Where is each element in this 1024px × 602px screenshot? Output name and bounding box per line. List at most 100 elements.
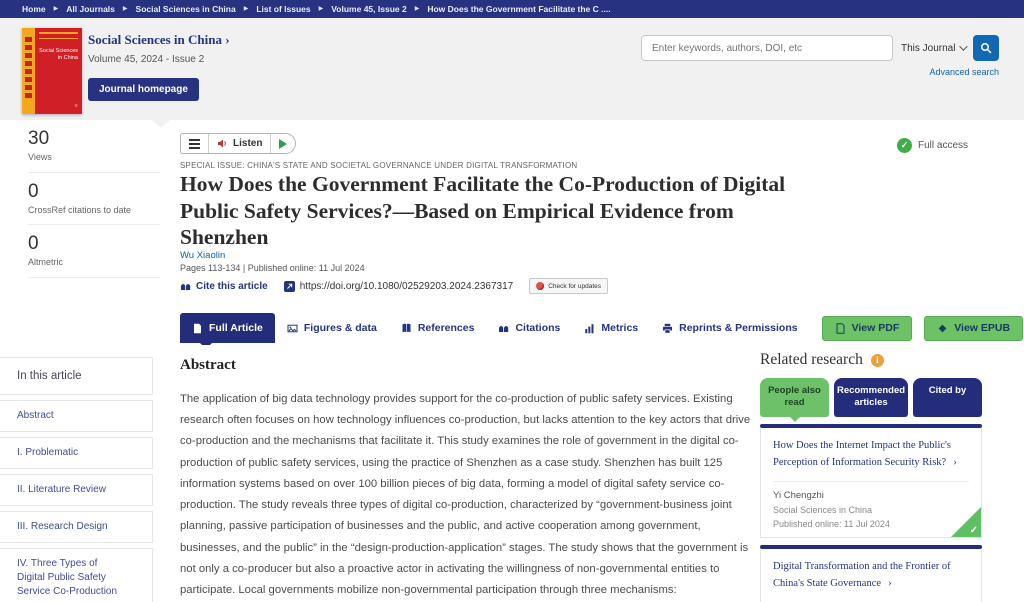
tab-references[interactable]: References — [389, 313, 487, 343]
toc-item-abstract[interactable]: Abstract — [0, 400, 153, 432]
doi-text: https://doi.org/10.1080/02529203.2024.23… — [300, 281, 514, 292]
cover-spine-characters — [25, 37, 32, 99]
breadcrumb-separator-icon: ▶ — [415, 6, 420, 12]
related-article-link[interactable]: How Does the Internet Impact the Public'… — [773, 438, 969, 472]
bar-chart-icon — [584, 323, 595, 334]
abstract-section: Abstract The application of big data tec… — [180, 357, 752, 602]
view-epub-button[interactable]: View EPUB — [924, 316, 1023, 341]
view-pdf-button[interactable]: View PDF — [822, 316, 913, 341]
breadcrumb-separator-icon: ▶ — [319, 6, 324, 12]
search-button[interactable] — [973, 35, 999, 61]
related-article-journal: Social Sciences in China — [773, 505, 969, 515]
doi-link[interactable]: https://doi.org/10.1080/02529203.2024.23… — [284, 281, 514, 292]
hamburger-icon — [189, 139, 200, 149]
tab-label: Recommended articles — [837, 385, 905, 408]
tab-full-article[interactable]: Full Article — [180, 313, 275, 343]
tab-label: Citations — [515, 322, 560, 334]
tab-label: Reprints & Permissions — [679, 322, 797, 334]
journal-cover-spine — [22, 28, 35, 114]
search-scope-select[interactable]: This Journal — [893, 35, 973, 61]
listen-play-button[interactable] — [270, 134, 295, 153]
active-tab-notch — [790, 417, 800, 422]
breadcrumb: Home ▶ All Journals ▶ Social Sciences in… — [0, 0, 1024, 18]
metric-crossref: 0 CrossRef citations to date — [28, 181, 160, 217]
journal-meta: Social Sciences in China › Volume 45, 20… — [88, 31, 230, 101]
journal-header: Social Sciences in China ≋ Social Scienc… — [0, 18, 1024, 120]
document-icon — [192, 323, 203, 334]
related-tabs: People also read Recommended articles Ci… — [760, 378, 982, 417]
cite-article-label: Cite this article — [196, 281, 268, 292]
search-area: This Journal Advanced search — [641, 35, 999, 77]
tab-label: Cited by — [929, 385, 966, 396]
listen-toolbar[interactable]: Listen — [180, 133, 296, 154]
page-root: Home ▶ All Journals ▶ Social Sciences in… — [0, 0, 1024, 602]
related-research-heading: Related research i — [760, 351, 982, 369]
listen-button[interactable]: Listen — [208, 134, 270, 153]
breadcrumb-separator-icon: ▶ — [54, 6, 59, 12]
related-article-title: Digital Transformation and the Frontier … — [773, 561, 951, 589]
article-header: 30 Views 0 CrossRef citations to date 0 … — [0, 120, 1024, 345]
journal-title-arrow-icon: › — [225, 32, 229, 47]
special-issue-link[interactable]: SPECIAL ISSUE: CHINA'S STATE AND SOCIETA… — [180, 161, 577, 170]
related-research-title: Related research — [760, 351, 863, 369]
related-article-card: Digital Transformation and the Frontier … — [760, 549, 982, 602]
tab-figures-data[interactable]: Figures & data — [275, 313, 389, 343]
related-article-link[interactable]: Digital Transformation and the Frontier … — [773, 559, 969, 593]
tab-people-also-read[interactable]: People also read — [760, 378, 829, 417]
metric-altmetric: 0 Altmetric — [28, 233, 160, 269]
divider — [28, 277, 160, 278]
tab-metrics[interactable]: Metrics — [572, 313, 650, 343]
crossmark-icon — [536, 282, 544, 290]
in-this-article-header: In this article — [0, 357, 153, 395]
cover-publisher-mark: ≋ — [35, 103, 78, 109]
check-for-updates-badge[interactable]: Check for updates — [529, 278, 608, 294]
metric-value: 0 — [28, 233, 160, 255]
breadcrumb-current-article: How Does the Government Facilitate the C… — [427, 4, 610, 14]
journal-title-link[interactable]: Social Sciences in China › — [88, 32, 230, 47]
doi-icon — [284, 281, 295, 292]
related-article-card: How Does the Internet Impact the Public'… — [760, 428, 982, 539]
image-icon — [287, 323, 298, 334]
cite-row: Cite this article https://doi.org/10.108… — [180, 278, 608, 294]
listen-menu-button[interactable] — [181, 134, 208, 153]
breadcrumb-all-journals[interactable]: All Journals — [66, 4, 115, 14]
related-article-author: Yi Chengzhi — [773, 490, 969, 501]
view-epub-label: View EPUB — [954, 322, 1010, 334]
journal-cover-thumbnail[interactable]: Social Sciences in China ≋ — [22, 28, 82, 114]
metric-label: Views — [28, 152, 160, 164]
metric-value: 0 — [28, 181, 160, 203]
breadcrumb-list-of-issues[interactable]: List of Issues — [256, 4, 310, 14]
abstract-heading: Abstract — [180, 357, 752, 374]
abstract-text: The application of big data technology p… — [180, 389, 752, 602]
toc-item-research-design[interactable]: III. Research Design — [0, 511, 153, 543]
tab-label: People also read — [768, 385, 821, 408]
full-access-badge: ✓ Full access — [897, 138, 968, 153]
tab-reprints-permissions[interactable]: Reprints & Permissions — [650, 313, 809, 343]
author-link[interactable]: Wu Xiaolin — [180, 250, 225, 261]
tab-citations[interactable]: Citations — [486, 313, 572, 343]
tab-label: Figures & data — [304, 322, 377, 334]
cite-article-link[interactable]: Cite this article — [180, 281, 268, 292]
toc-item-three-types[interactable]: IV. Three Types of Digital Public Safety… — [0, 548, 153, 602]
search-icon — [980, 42, 992, 54]
toc-item-literature-review[interactable]: II. Literature Review — [0, 474, 153, 506]
tab-label: Full Article — [209, 322, 263, 334]
divider — [773, 481, 969, 482]
breadcrumb-journal[interactable]: Social Sciences in China — [136, 4, 236, 14]
check-circle-icon: ✓ — [897, 138, 912, 153]
breadcrumb-volume-issue[interactable]: Volume 45, Issue 2 — [331, 4, 406, 14]
issue-link[interactable]: Volume 45, 2024 - Issue 2 — [88, 54, 230, 65]
breadcrumb-home[interactable]: Home — [22, 4, 46, 14]
article-title: How Does the Government Facilitate the C… — [180, 171, 825, 251]
tab-label: References — [418, 322, 475, 334]
listen-label: Listen — [233, 138, 262, 149]
tab-cited-by[interactable]: Cited by — [913, 378, 982, 417]
advanced-search-link[interactable]: Advanced search — [641, 67, 999, 77]
toc-item-problematic[interactable]: I. Problematic — [0, 437, 153, 469]
info-icon[interactable]: i — [871, 354, 884, 367]
article-metrics: 30 Views 0 CrossRef citations to date 0 … — [28, 128, 160, 286]
journal-homepage-button[interactable]: Journal homepage — [88, 78, 199, 101]
metric-label: Altmetric — [28, 257, 160, 269]
tab-recommended-articles[interactable]: Recommended articles — [834, 378, 908, 417]
search-input[interactable] — [641, 35, 893, 61]
